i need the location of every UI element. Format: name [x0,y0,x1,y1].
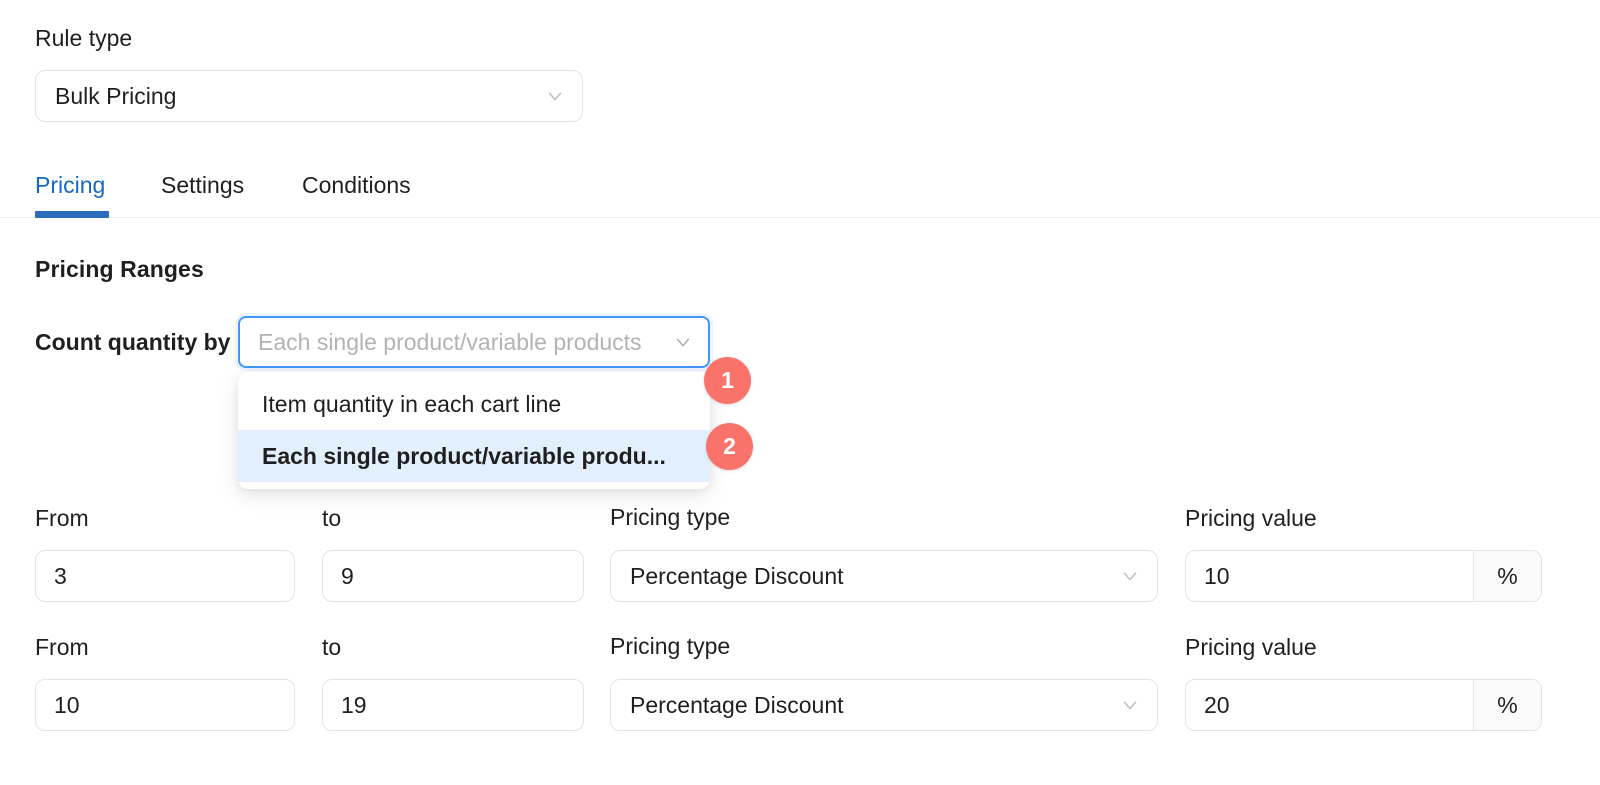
pricing-type-label-2: Pricing type [610,633,731,659]
pricing-value-label-1: Pricing value [1185,505,1317,531]
chevron-down-icon [544,85,566,107]
pricing-value-input-2[interactable]: 20 [1186,680,1473,730]
to-label-1: to [322,505,342,531]
page-title: Pricing Ranges [35,256,204,282]
to-input-2[interactable]: 19 [322,679,584,731]
pricing-value-suffix-2: % [1473,680,1541,730]
chevron-down-icon [1119,694,1141,716]
tab-conditions[interactable]: Conditions [302,160,411,210]
pricing-value-suffix-1: % [1473,551,1541,601]
pricing-rule-form: Rule type Bulk Pricing Pricing Settings … [0,0,1600,785]
rule-type-value: Bulk Pricing [55,82,177,109]
pricing-type-label-1: Pricing type [610,504,731,530]
pricing-value-input-1[interactable]: 10 [1186,551,1473,601]
rule-type-label: Rule type [35,25,133,51]
pricing-value-group-2: 20 % [1185,679,1542,731]
pricing-type-value-1: Percentage Discount [630,562,844,589]
rule-type-select[interactable]: Bulk Pricing [35,70,583,122]
from-input-2[interactable]: 10 [35,679,295,731]
tab-pricing[interactable]: Pricing [35,160,105,210]
chevron-down-icon [672,331,694,353]
pricing-type-value-2: Percentage Discount [630,691,844,718]
count-quantity-dropdown: Item quantity in each cart line Each sin… [238,372,710,489]
pricing-type-select-2[interactable]: Percentage Discount [610,679,1158,731]
dropdown-option-each-single-product[interactable]: Each single product/variable produ... [238,430,710,482]
count-quantity-placeholder: Each single product/variable products [258,328,642,355]
to-input-1[interactable]: 9 [322,550,584,602]
step-badge-2: 2 [706,423,753,470]
to-label-2: to [322,634,342,660]
from-label-2: From [35,634,89,660]
from-label-1: From [35,505,89,531]
tab-settings[interactable]: Settings [161,160,244,210]
count-quantity-select[interactable]: Each single product/variable products [238,316,710,368]
tab-bar: Pricing Settings Conditions [0,160,1600,218]
from-input-1[interactable]: 3 [35,550,295,602]
dropdown-option-item-quantity[interactable]: Item quantity in each cart line [238,378,710,430]
count-quantity-label: Count quantity by [35,329,231,355]
pricing-value-group-1: 10 % [1185,550,1542,602]
pricing-type-select-1[interactable]: Percentage Discount [610,550,1158,602]
active-tab-indicator [35,211,109,218]
pricing-value-label-2: Pricing value [1185,634,1317,660]
chevron-down-icon [1119,565,1141,587]
step-badge-1: 1 [704,357,751,404]
